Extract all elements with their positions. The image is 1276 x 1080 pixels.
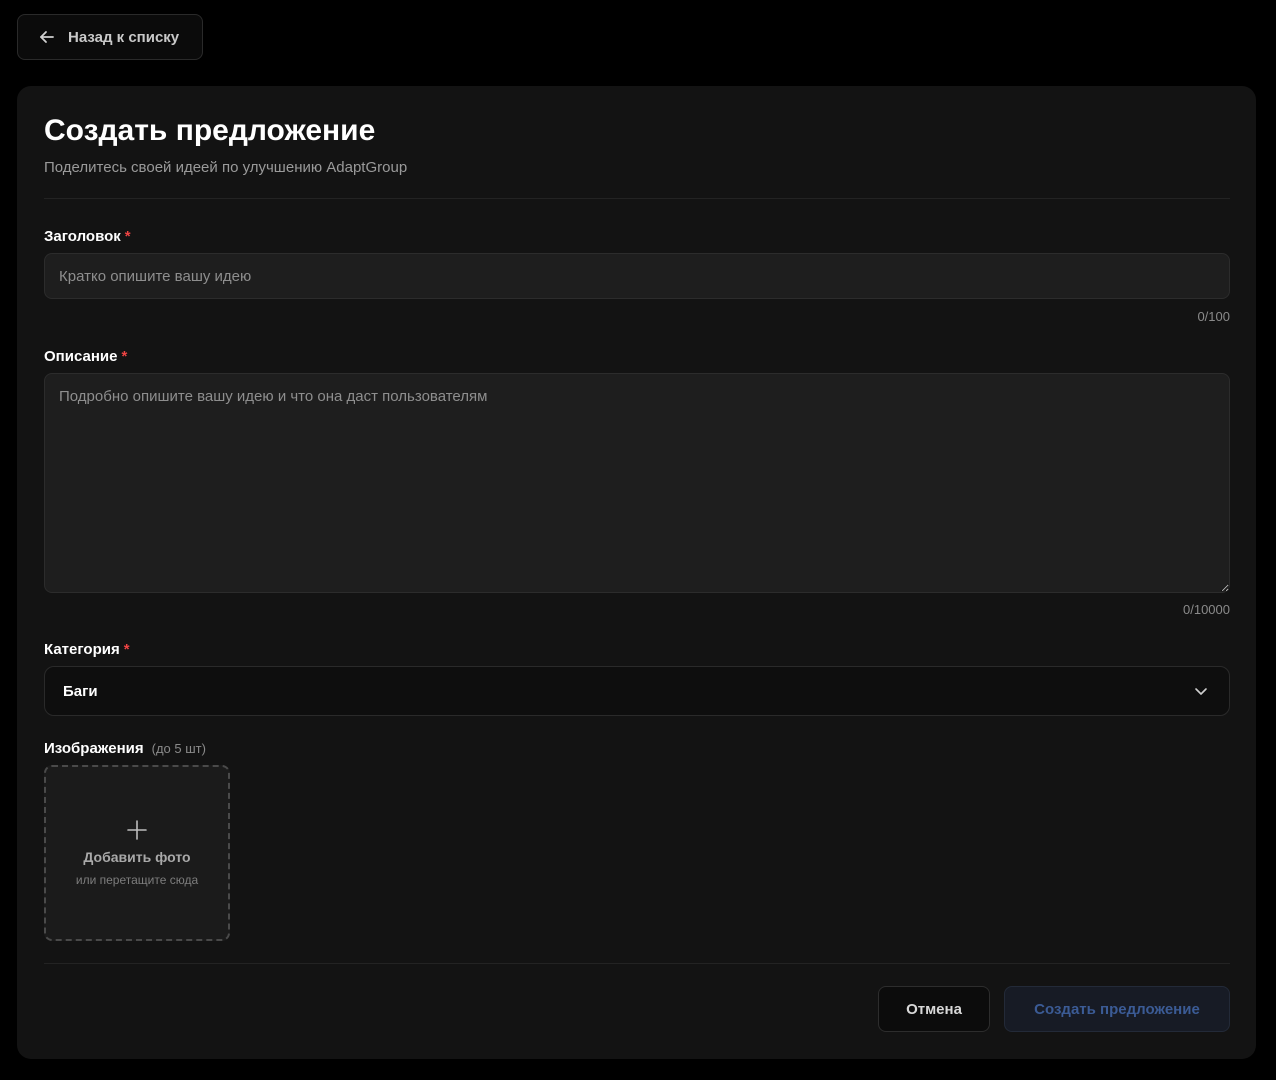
back-button-label: Назад к списку <box>68 28 180 46</box>
create-proposal-card: Создать предложение Поделитесь своей иде… <box>17 86 1256 1059</box>
add-photo-label: Добавить фото <box>83 849 191 865</box>
description-counter: 0/10000 <box>1183 602 1230 617</box>
submit-proposal-button[interactable]: Создать предложение <box>1004 986 1230 1032</box>
required-mark: * <box>124 228 131 245</box>
category-selected-value: Баги <box>63 682 98 700</box>
add-photo-dropzone[interactable]: Добавить фото или перетащите сюда <box>44 765 230 941</box>
heading-input[interactable] <box>44 253 1230 299</box>
category-label: Категория * <box>44 641 130 658</box>
images-label: Изображения (до 5 шт) <box>44 740 206 757</box>
heading-counter: 0/100 <box>1197 309 1230 324</box>
chevron-down-icon <box>1195 688 1207 695</box>
images-hint: (до 5 шт) <box>151 741 206 756</box>
required-mark: * <box>123 641 130 658</box>
heading-label: Заголовок * <box>44 228 131 245</box>
footer-divider <box>44 963 1230 964</box>
arrow-left-icon <box>40 31 54 43</box>
drag-hint: или перетащите сюда <box>75 873 199 887</box>
header-divider <box>44 198 1230 199</box>
required-mark: * <box>121 348 128 365</box>
cancel-button[interactable]: Отмена <box>878 986 990 1032</box>
description-textarea[interactable] <box>44 373 1230 593</box>
back-to-list-button[interactable]: Назад к списку <box>17 14 203 60</box>
description-label: Описание * <box>44 348 128 365</box>
page-title: Создать предложение <box>44 114 376 147</box>
category-select[interactable]: Баги <box>44 666 1230 716</box>
page-subtitle: Поделитесь своей идеей по улучшению Adap… <box>44 159 408 176</box>
plus-icon <box>127 820 147 840</box>
